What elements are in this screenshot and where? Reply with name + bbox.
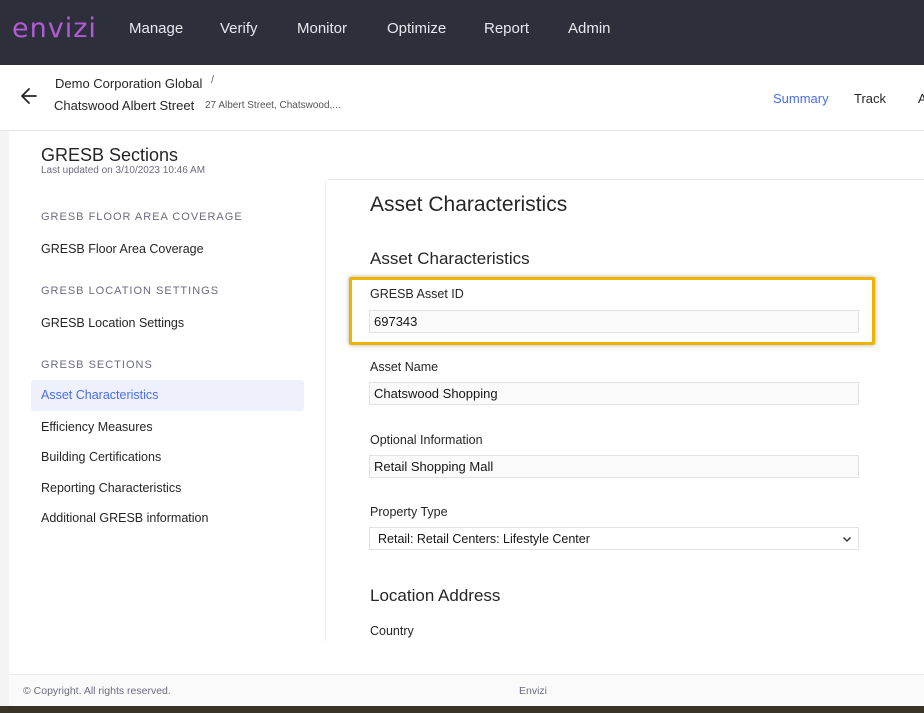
nav-optimize[interactable]: Optimize — [387, 20, 446, 37]
tab-overflow[interactable]: A — [918, 91, 924, 106]
top-navigation: envizi Manage Verify Monitor Optimize Re… — [0, 0, 924, 65]
sidebar-item-building-certifications[interactable]: Building Certifications — [41, 450, 161, 464]
sidebar-heading-floor-area: GRESB FLOOR AREA COVERAGE — [41, 211, 243, 223]
optional-info-label: Optional Information — [370, 433, 483, 447]
tab-summary[interactable]: Summary — [773, 91, 829, 106]
sidebar-divider — [325, 181, 326, 641]
page-footer: © Copyright. All rights reserved. Envizi — [9, 674, 924, 706]
site-address: 27 Albert Street, Chatswood,... — [205, 100, 341, 111]
property-type-value: Retail: Retail Centers: Lifestyle Center — [378, 532, 590, 546]
nav-admin[interactable]: Admin — [568, 20, 611, 37]
location-header: Demo Corporation Global / Chatswood Albe… — [0, 65, 924, 131]
property-type-label: Property Type — [370, 505, 448, 519]
nav-monitor[interactable]: Monitor — [297, 20, 347, 37]
page-title: GRESB Sections — [41, 145, 179, 165]
back-arrow-icon[interactable] — [18, 85, 40, 107]
sidebar-item-floor-area[interactable]: GRESB Floor Area Coverage — [41, 242, 204, 256]
section-heading: Asset Characteristics — [370, 193, 568, 216]
sidebar-heading-sections: GRESB SECTIONS — [41, 359, 153, 371]
location-address-heading: Location Address — [370, 586, 501, 605]
country-label: Country — [370, 624, 414, 638]
asset-name-input[interactable] — [369, 382, 859, 405]
sidebar-item-additional-info[interactable]: Additional GRESB information — [41, 511, 208, 525]
property-type-select[interactable]: Retail: Retail Centers: Lifestyle Center — [369, 527, 859, 550]
footer-brand: Envizi — [519, 685, 548, 697]
title-divider — [329, 179, 924, 180]
nav-report[interactable]: Report — [484, 20, 529, 37]
nav-manage[interactable]: Manage — [129, 20, 183, 37]
chevron-down-icon — [843, 537, 851, 542]
subsection-heading: Asset Characteristics — [370, 249, 530, 268]
bottom-strip — [0, 706, 924, 713]
sidebar-item-asset-characteristics[interactable]: Asset Characteristics — [31, 380, 304, 411]
breadcrumb-separator: / — [211, 74, 215, 86]
breadcrumb-organization[interactable]: Demo Corporation Global — [55, 76, 202, 91]
sidebar-item-location-settings[interactable]: GRESB Location Settings — [41, 316, 184, 330]
breadcrumb-site: Chatswood Albert Street — [54, 98, 195, 113]
envizi-logo[interactable]: envizi — [12, 13, 97, 44]
nav-verify[interactable]: Verify — [220, 20, 258, 37]
asset-name-label: Asset Name — [370, 360, 439, 374]
sidebar-heading-location: GRESB LOCATION SETTINGS — [41, 285, 220, 297]
optional-info-input[interactable] — [369, 455, 859, 478]
sidebar-item-reporting-characteristics[interactable]: Reporting Characteristics — [41, 481, 181, 495]
tab-track[interactable]: Track — [854, 91, 886, 106]
gresb-panel: GRESB Sections Last updated on 3/10/2023… — [9, 131, 924, 674]
sidebar-item-label: Asset Characteristics — [41, 388, 159, 402]
highlight-box — [349, 277, 875, 345]
last-updated: Last updated on 3/10/2023 10:46 AM — [41, 165, 206, 176]
sidebar-item-efficiency-measures[interactable]: Efficiency Measures — [41, 420, 153, 434]
copyright-text: © Copyright. All rights reserved. — [23, 685, 171, 697]
